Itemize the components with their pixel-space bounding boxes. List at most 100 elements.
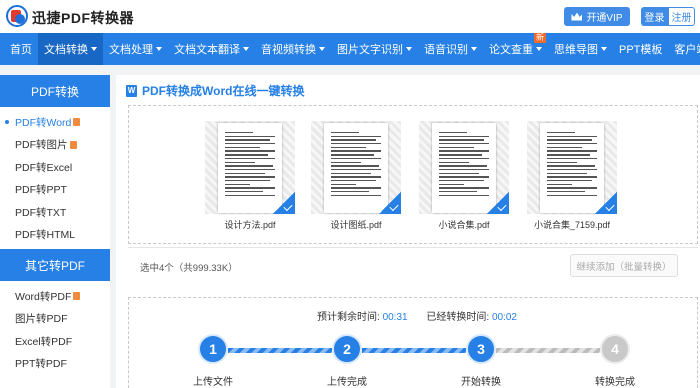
nav-item[interactable]: 文档处理 (103, 33, 168, 65)
sidebar-item-label: PDF转TXT (15, 206, 67, 219)
file-thumbnail (205, 121, 295, 214)
selected-check-icon[interactable] (595, 192, 617, 214)
hot-icon (69, 140, 77, 149)
nav-item-label: 语音识别 (424, 44, 468, 56)
sidebar-item-label: PPT转PDF (15, 358, 67, 371)
nav-item-label: 论文查重 (489, 44, 533, 56)
word-icon: W (126, 84, 137, 97)
sidebar-item-label: PDF转Excel (15, 161, 73, 174)
chevron-down-icon (319, 47, 325, 51)
file-thumbnail (419, 121, 509, 214)
nav-item[interactable]: PPT模板 (613, 33, 668, 65)
nav-item[interactable]: 音视频转换 (255, 33, 331, 65)
chevron-down-icon (243, 47, 249, 51)
chevron-down-icon (406, 47, 412, 51)
progress-connector (496, 348, 600, 353)
progress-connector (362, 348, 466, 353)
page-title-text: PDF转换成Word在线一键转换 (142, 84, 305, 98)
nav-item-label: 思维导图 (554, 44, 598, 56)
sidebar-item[interactable]: Excel转PDF (0, 330, 110, 353)
step-label: 转换完成 (595, 377, 635, 388)
elapsed-time-label: 已经转换时间: (426, 312, 490, 323)
file-card[interactable]: 设计方法.pdf (205, 121, 295, 231)
page-title: W PDF转换成Word在线一键转换 (126, 82, 304, 99)
hot-icon (73, 118, 81, 127)
top-bar: 迅捷PDF转换器 开通VIP 登录 注册 (0, 0, 700, 33)
selected-check-icon[interactable] (487, 192, 509, 214)
sidebar-item-label: PDF转PPT (15, 184, 67, 197)
sidebar: PDF转换 PDF转Word PDF转图片 PDF转Excel PDF转PPT PDF转… (0, 75, 110, 388)
sidebar-group-pdf-convert[interactable]: PDF转换 (0, 75, 110, 107)
step-label: 上传文件 (193, 377, 233, 388)
selection-info: 选中4个（共999.33K） (140, 263, 238, 274)
new-badge: 新 (534, 33, 546, 43)
file-name: 设计方法.pdf (224, 220, 276, 230)
nav-item-label: PPT模板 (619, 44, 663, 56)
sidebar-item-label: Word转PDF (15, 290, 72, 303)
sidebar-item[interactable]: PPT转PDF (0, 353, 110, 376)
progress-panel: 预计剩余时间: 00:31 已经转换时间: 00:02 1 上传文件 2 上传完成 3 开… (128, 297, 698, 388)
nav-item-label: 文档处理 (109, 44, 153, 56)
nav-item-label: 首页 (10, 44, 32, 56)
file-card[interactable]: 小说合集_7159.pdf (527, 121, 617, 231)
nav-item-label: 客户端 (674, 44, 700, 56)
crown-icon (571, 12, 583, 21)
active-dot-icon (5, 120, 9, 125)
file-name: 设计图纸.pdf (330, 220, 382, 230)
progress-connector (228, 348, 332, 353)
add-more-button[interactable]: 继续添加（批量转换） (570, 254, 678, 277)
sidebar-group-other-to-pdf[interactable]: 其它转PDF (0, 249, 110, 281)
sidebar-item-label: PDF转图片 (15, 139, 68, 152)
hot-icon (73, 292, 81, 301)
nav-item[interactable]: 论文查重新 (483, 33, 548, 65)
sidebar-item[interactable]: PDF转图片 (0, 134, 110, 157)
nav-item[interactable]: 文档转换 (38, 33, 103, 65)
chevron-down-icon (471, 47, 477, 51)
file-card[interactable]: 设计图纸.pdf (311, 121, 401, 231)
vip-button[interactable]: 开通VIP (564, 7, 630, 26)
nav-item-label: 文档文本翻译 (174, 44, 240, 56)
divider (128, 247, 698, 248)
sidebar-item-label: 图片转PDF (15, 313, 68, 326)
nav-item[interactable]: 思维导图 (548, 33, 613, 65)
sidebar-item-label: PDF转HTML (15, 229, 76, 242)
nav-item[interactable]: 图片文字识别 (331, 33, 418, 65)
nav-item[interactable]: 首页 (4, 33, 38, 65)
sidebar-item[interactable]: Word转PDF (0, 285, 110, 308)
main-nav: 首页 文档转换 文档处理 文档文本翻译 音视频转换 图片文字识别 语音识别 论文查重新思维导图… (0, 33, 700, 65)
vip-label: 开通VIP (586, 13, 623, 24)
file-thumbnail (527, 121, 617, 214)
selected-check-icon[interactable] (379, 192, 401, 214)
nav-item[interactable]: 文档文本翻译 (168, 33, 255, 65)
register-button[interactable]: 注册 (668, 7, 695, 26)
nav-item[interactable]: 客户端 (668, 33, 700, 65)
nav-item-label: 图片文字识别 (337, 44, 403, 56)
sidebar-item[interactable]: PDF转HTML (0, 224, 110, 247)
step-number: 4 (600, 334, 630, 364)
login-button[interactable]: 登录 (641, 7, 668, 26)
sidebar-item[interactable]: PDF转Word (0, 111, 110, 134)
sidebar-item[interactable]: 图片转PDF (0, 308, 110, 331)
sidebar-item[interactable]: PDF转TXT (0, 201, 110, 224)
remaining-time-value: 00:31 (382, 312, 408, 323)
remaining-time-label: 预计剩余时间: (317, 312, 380, 323)
step-label: 开始转换 (461, 377, 501, 388)
sidebar-item[interactable]: PDF转Excel (0, 156, 110, 179)
app-logo-icon[interactable] (6, 5, 28, 27)
selected-check-icon[interactable] (273, 192, 295, 214)
file-name: 小说合集.pdf (438, 220, 490, 230)
file-list-area[interactable]: 设计方法.pdf 设计图纸.pdf 小说合集.pdf 小说合集_7159.pdf (128, 105, 698, 244)
chevron-down-icon (91, 47, 97, 51)
app-title[interactable]: 迅捷PDF转换器 (32, 8, 134, 28)
step-label: 上传完成 (327, 377, 367, 388)
chevron-down-icon (156, 47, 162, 51)
time-row: 预计剩余时间: 00:31 已经转换时间: 00:02 (317, 308, 533, 323)
main-panel: W PDF转换成Word在线一键转换 设计方法.pdf 设计图纸.pdf 小说合集.… (116, 75, 700, 388)
step-number: 3 (466, 334, 496, 364)
file-card[interactable]: 小说合集.pdf (419, 121, 509, 231)
file-thumbnail (311, 121, 401, 214)
nav-item[interactable]: 语音识别 (418, 33, 483, 65)
sidebar-item[interactable]: PDF转PPT (0, 179, 110, 202)
step-number: 2 (332, 334, 362, 364)
file-name: 小说合集_7159.pdf (533, 220, 611, 230)
